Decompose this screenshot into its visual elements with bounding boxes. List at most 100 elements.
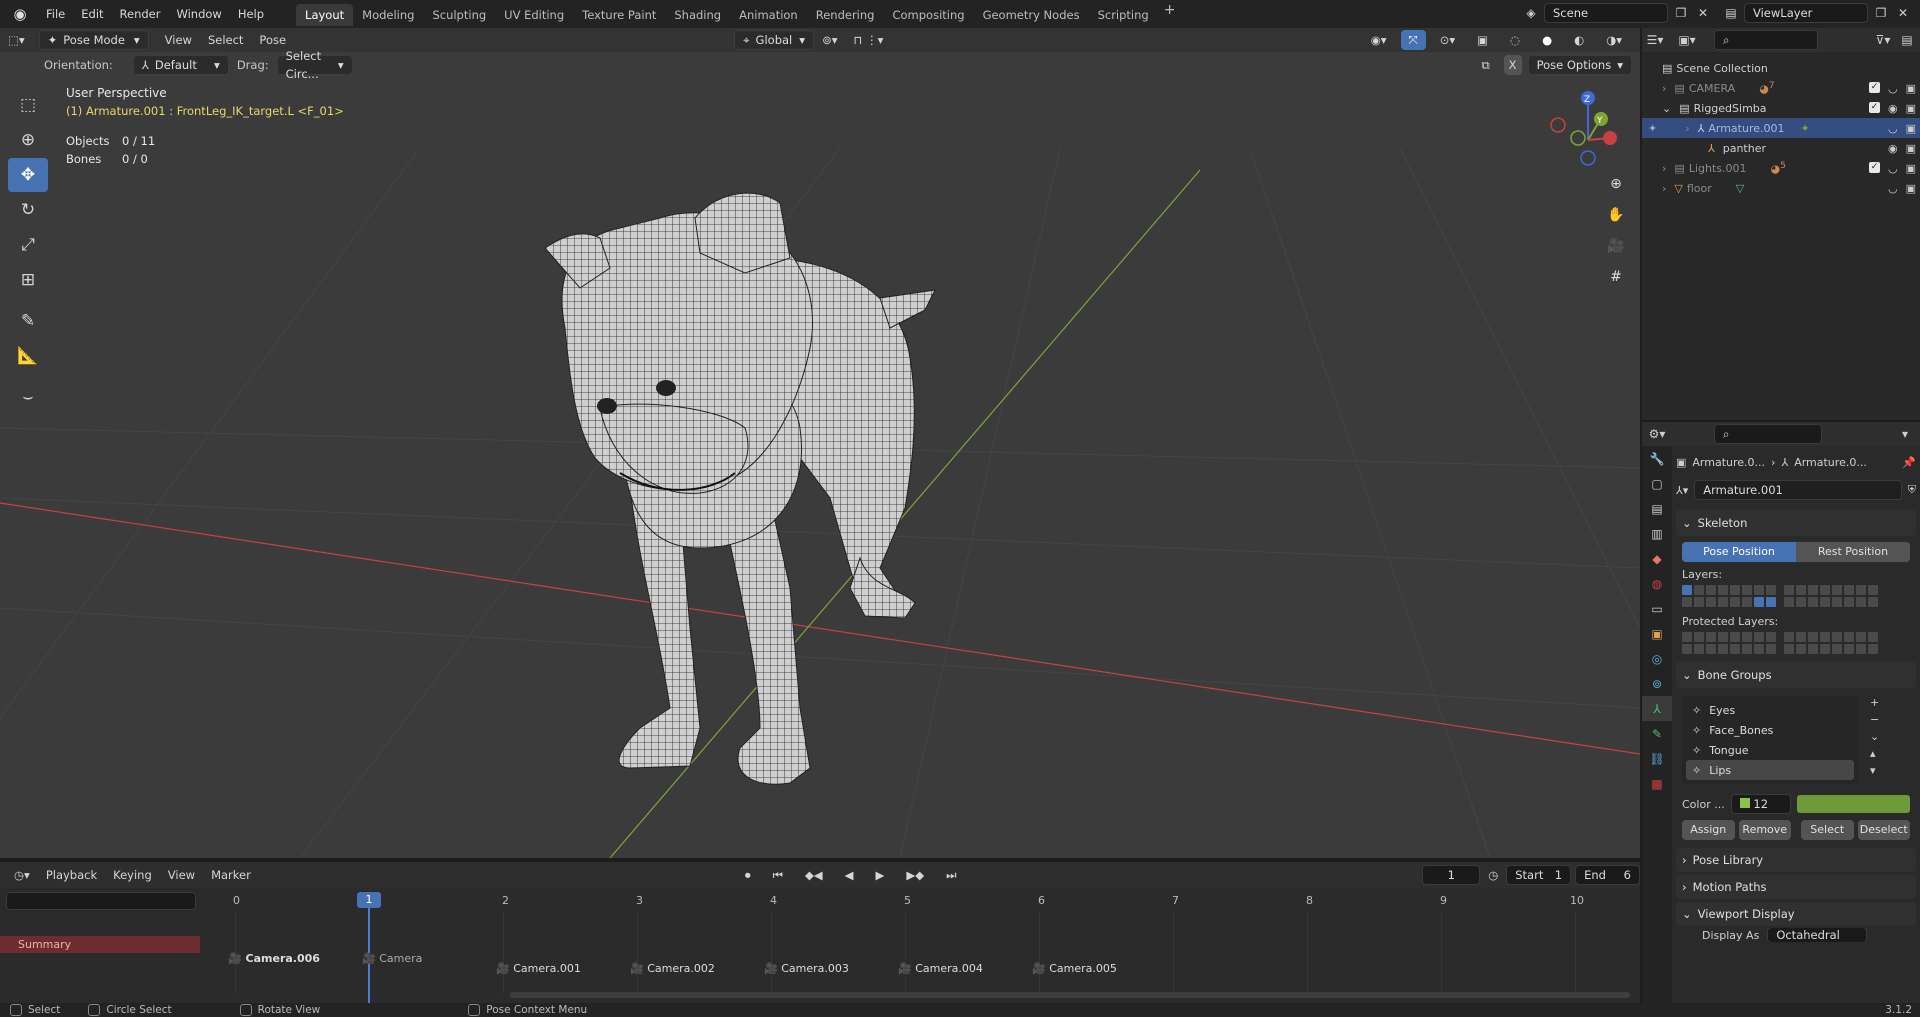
transform-orientation-dropdown[interactable]: ⌖ Global ▾ <box>734 30 815 50</box>
expand-arrow-icon[interactable]: › <box>1685 122 1689 135</box>
bone-groups-panel-header[interactable]: ⌄ Bone Groups <box>1676 662 1916 688</box>
menu-window[interactable]: Window <box>168 0 229 28</box>
jump-keyframe-back-icon[interactable]: ◆◀ <box>797 865 831 885</box>
tab-modeling[interactable]: Modeling <box>353 4 423 26</box>
measure-tool-icon[interactable]: 📐 <box>8 339 48 373</box>
eye-icon[interactable]: ◉ <box>1888 142 1898 155</box>
marker-camera-002[interactable]: 🎥 Camera.002 <box>630 962 715 975</box>
list-item[interactable]: ✧ Lips <box>1686 760 1854 780</box>
render-camera-icon[interactable]: ▣ <box>1906 102 1916 115</box>
gizmo-neg-x-icon[interactable] <box>1550 117 1566 133</box>
move-tool-icon[interactable]: ✥ <box>8 158 48 192</box>
duplicate-scene-icon[interactable]: ❐ <box>1672 4 1690 22</box>
editor-type-icon[interactable]: ⚙▾ <box>1648 425 1666 443</box>
record-icon[interactable]: ⏺ <box>737 865 759 885</box>
render-camera-icon[interactable]: ▣ <box>1906 122 1916 135</box>
outliner-row-riggedsimba[interactable]: ⌄ ▤ RiggedSimba ✓ ◉ ▣ <box>1642 98 1920 118</box>
jump-end-icon[interactable]: ⏭ <box>938 865 964 885</box>
render-camera-icon[interactable]: ▣ <box>1906 142 1916 155</box>
annotate-tool-icon[interactable]: ✎ <box>8 304 48 338</box>
material-shading-icon[interactable]: ◐ <box>1566 30 1592 50</box>
bone-groups-list[interactable]: ✧ Eyes ✧ Face_Bones ✧ Tongue ✧ Lips <box>1682 696 1858 784</box>
render-camera-icon[interactable]: ▣ <box>1906 162 1916 175</box>
menu-view[interactable]: View <box>160 865 203 885</box>
gizmo-neg-z-icon[interactable] <box>1580 150 1596 166</box>
armature-name-field[interactable]: Armature.001 <box>1694 480 1902 500</box>
menu-edit[interactable]: Edit <box>73 0 111 28</box>
add-icon[interactable]: + <box>1870 696 1879 709</box>
tab-animation[interactable]: Animation <box>730 4 807 26</box>
jump-keyframe-forward-icon[interactable]: ▶◆ <box>898 865 932 885</box>
menu-marker[interactable]: Marker <box>203 865 259 885</box>
remove-scene-icon[interactable]: ✕ <box>1694 4 1712 22</box>
menu-keying[interactable]: Keying ▾ <box>105 865 160 902</box>
scene-icon[interactable]: ◈ <box>1522 4 1540 22</box>
scale-tool-icon[interactable]: ⤢ <box>8 228 48 262</box>
armature-data-icon[interactable]: ⅄▾ <box>1676 484 1688 497</box>
pose-mode-indicator-icon[interactable]: ✦ <box>1648 122 1657 135</box>
menu-select[interactable]: Select <box>200 30 251 50</box>
bone-layers-grid[interactable] <box>1682 585 1910 607</box>
outliner-row-panther[interactable]: ⅄ panther ◉ ▣ <box>1642 138 1920 158</box>
tab-view-layer-icon[interactable]: ▥ <box>1642 521 1672 546</box>
tab-texture-paint[interactable]: Texture Paint <box>573 4 665 26</box>
specials-chevron-icon[interactable]: ⌄ <box>1870 730 1879 743</box>
skeleton-panel-header[interactable]: ⌄ Skeleton <box>1676 510 1916 536</box>
viewport-display-panel-header[interactable]: ⌄ Viewport Display <box>1676 902 1916 926</box>
expand-arrow-icon[interactable]: › <box>1662 182 1666 195</box>
x-mirror-button[interactable]: X <box>1503 55 1522 75</box>
playhead-frame[interactable]: 1 <box>357 892 381 908</box>
move-up-icon[interactable]: ▴ <box>1870 747 1879 760</box>
protected-layers-grid[interactable] <box>1682 632 1910 654</box>
gizmo-neg-y-icon[interactable] <box>1570 130 1586 146</box>
tab-bone-constraints-icon[interactable]: ⛓ <box>1642 746 1672 771</box>
pose-position-button[interactable]: Pose Position <box>1682 542 1796 562</box>
outliner-row-floor[interactable]: › ▽ floor ▽ ◡ ▣ <box>1642 178 1920 198</box>
tab-compositing[interactable]: Compositing <box>883 4 973 26</box>
pose-library-panel-header[interactable]: › Pose Library <box>1676 848 1916 872</box>
remove-button[interactable]: Remove <box>1738 820 1791 840</box>
scene-collection-row[interactable]: ▤ Scene Collection <box>1642 58 1920 78</box>
outliner-row-camera[interactable]: › ▤ CAMERA ◕7 ✓ ◡ ▣ <box>1642 78 1920 98</box>
eye-icon[interactable]: ◉ <box>1888 102 1898 115</box>
play-icon[interactable]: ▶ <box>868 865 893 885</box>
gizmo-toggle-icon[interactable]: ⤧ <box>1400 30 1426 50</box>
end-frame-field[interactable]: End 6 <box>1575 865 1640 885</box>
collapse-arrow-icon[interactable]: ⌄ <box>1662 102 1671 115</box>
add-workspace-icon[interactable]: + <box>1158 2 1182 26</box>
editor-type-icon[interactable]: ⬚▾ <box>0 30 33 50</box>
marker-camera-006[interactable]: 🎥 Camera.006 <box>228 952 320 965</box>
pivot-point-icon[interactable]: ⊚▾ <box>814 30 845 50</box>
outliner-row-armature[interactable]: ✦ › ⅄ Armature.001 ✦ ◡ ▣ <box>1642 118 1920 138</box>
blender-logo-icon[interactable]: ◉ <box>10 4 30 24</box>
exclude-checkbox[interactable]: ✓ <box>1868 101 1880 113</box>
tab-scripting[interactable]: Scripting <box>1089 4 1158 26</box>
exclude-checkbox[interactable]: ✓ <box>1868 161 1880 173</box>
clock-icon[interactable]: ◷ <box>1480 865 1506 885</box>
3d-viewport[interactable]: Z Y ⬚▾ ✦ Pose Mode ▾ View Select Pose ⌖ … <box>0 28 1640 858</box>
tab-render-icon[interactable]: ▢ <box>1642 471 1672 496</box>
play-reverse-icon[interactable]: ◀ <box>837 865 862 885</box>
duplicate-view-layer-icon[interactable]: ❐ <box>1872 4 1890 22</box>
channel-search-input[interactable] <box>6 892 196 910</box>
color-set-dropdown[interactable]: 12 -... <box>1730 794 1791 829</box>
filter-icon[interactable]: ⊽▾ <box>1874 31 1892 49</box>
outliner-search-input[interactable]: ⌕ <box>1714 30 1818 50</box>
editor-type-icon[interactable]: ☰▾ <box>1646 31 1664 49</box>
summary-channel[interactable]: Summary <box>0 936 200 953</box>
assign-button[interactable]: Assign <box>1682 820 1735 840</box>
pin-icon[interactable]: 📌 <box>1902 456 1916 469</box>
view-layer-field[interactable]: ViewLayer <box>1744 3 1868 23</box>
protected-grid-left[interactable] <box>1682 632 1776 654</box>
transform-tool-icon[interactable]: ⊞ <box>8 263 48 297</box>
ortho-grid-icon[interactable]: # <box>1602 263 1630 291</box>
hidden-eye-icon[interactable]: ◡ <box>1888 122 1898 135</box>
tab-geometry-nodes[interactable]: Geometry Nodes <box>974 4 1089 26</box>
tab-rendering[interactable]: Rendering <box>807 4 884 26</box>
mirror-icon[interactable]: ⧉ <box>1473 55 1497 75</box>
menu-file[interactable]: File <box>38 0 73 28</box>
tab-world-icon[interactable]: ◍ <box>1642 571 1672 596</box>
tab-object-icon[interactable]: ▣ <box>1642 621 1672 646</box>
gizmo-x-icon[interactable] <box>1603 131 1617 145</box>
fake-user-shield-icon[interactable]: ⛨ <box>1908 483 1916 497</box>
